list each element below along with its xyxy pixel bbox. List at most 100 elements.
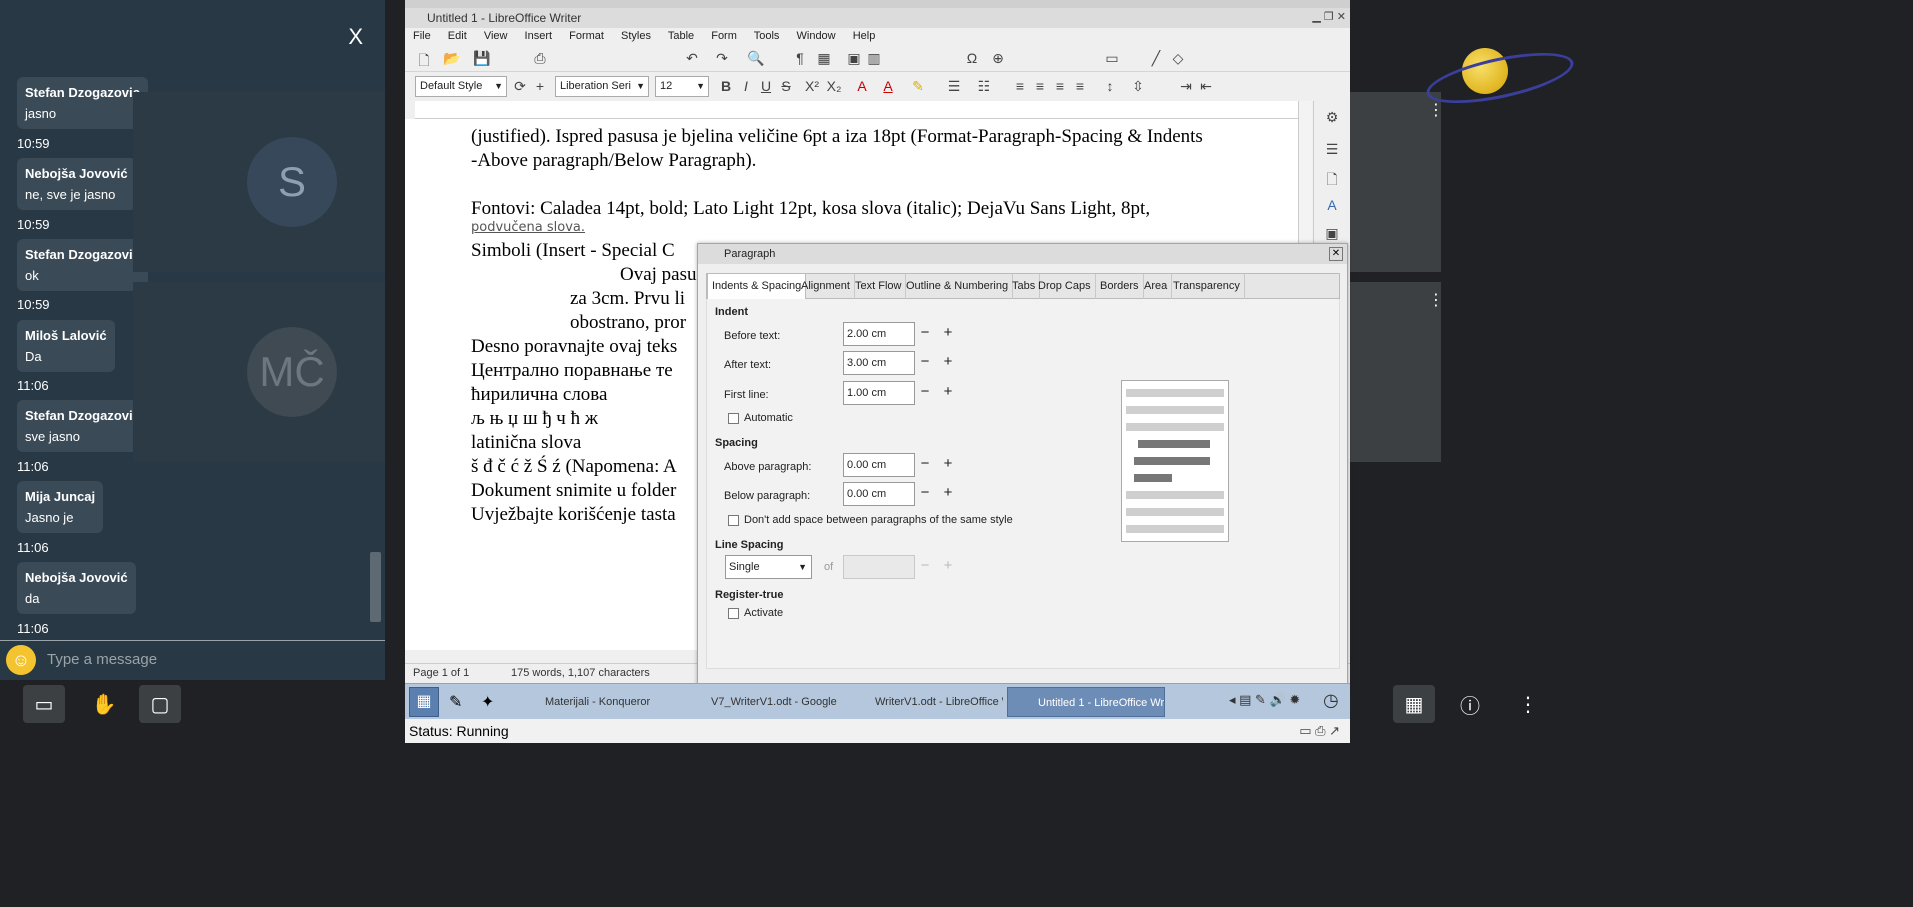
tab-indents-spacing[interactable]: Indents & Spacing: [707, 273, 807, 300]
minus-button[interactable]: −: [915, 323, 935, 345]
emoji-icon[interactable]: ☺: [6, 645, 36, 675]
automatic-checkbox[interactable]: [728, 413, 739, 424]
font-name-select[interactable]: Liberation Seri ▼: [555, 76, 649, 97]
line-spacing-icon[interactable]: ↕: [1101, 78, 1119, 94]
close-dialog-button[interactable]: ✕: [1329, 247, 1343, 261]
update-style-icon[interactable]: ⟳: [511, 78, 529, 95]
message-input[interactable]: Type a message: [47, 651, 157, 668]
tab-drop-caps[interactable]: Drop Caps: [1034, 274, 1096, 299]
first-line-field[interactable]: 1.00 cm: [843, 381, 915, 405]
tab-alignment[interactable]: Alignment: [797, 274, 855, 299]
bullets-icon[interactable]: ☰: [945, 78, 963, 95]
minus-button[interactable]: −: [915, 352, 935, 374]
bold-icon[interactable]: B: [717, 78, 735, 94]
taskbar-item-writer-v1[interactable]: WriterV1.odt - LibreOffice W: [845, 687, 1003, 717]
plus-button[interactable]: +: [938, 483, 958, 505]
window-controls-icon[interactable]: ▁ ❐ ✕: [1312, 10, 1346, 23]
indent-icon[interactable]: ⇥: [1177, 78, 1195, 95]
justify-icon[interactable]: ≡: [1071, 78, 1089, 94]
tab-transparency[interactable]: Transparency: [1169, 274, 1245, 299]
tab-area[interactable]: Area: [1140, 274, 1173, 299]
superscript-icon[interactable]: X²: [803, 78, 821, 94]
menu-styles[interactable]: Styles: [621, 30, 651, 42]
activate-checkbox[interactable]: [728, 608, 739, 619]
screen-share-button[interactable]: ▭: [23, 685, 65, 723]
above-paragraph-field[interactable]: 0.00 cm: [843, 453, 915, 477]
raise-hand-button[interactable]: ✋: [83, 685, 125, 723]
before-text-field[interactable]: 2.00 cm: [843, 322, 915, 346]
formatting-marks-icon[interactable]: ¶: [791, 50, 809, 66]
italic-icon[interactable]: I: [737, 78, 755, 94]
comment-icon[interactable]: ▭: [1103, 50, 1121, 67]
menu-form[interactable]: Form: [711, 30, 737, 42]
line-spacing-select[interactable]: Single ▼: [725, 555, 812, 579]
chart-icon[interactable]: ▥: [865, 50, 883, 67]
new-document-icon[interactable]: 🗋: [415, 50, 433, 74]
taskbar-item-untitled[interactable]: Untitled 1 - LibreOffice Wri: [1007, 687, 1165, 717]
numbering-icon[interactable]: ☷: [975, 78, 993, 95]
plus-button[interactable]: +: [938, 352, 958, 374]
menu-view[interactable]: View: [484, 30, 508, 42]
gallery-icon[interactable]: ▣: [1323, 225, 1341, 242]
print-icon[interactable]: ⎙: [531, 50, 549, 67]
undo-icon[interactable]: ↶: [683, 50, 701, 67]
app-launcher-icon[interactable]: ✎: [449, 692, 462, 712]
close-chat-button[interactable]: X: [348, 24, 363, 50]
chat-scroll-thumb[interactable]: [370, 552, 381, 622]
image-icon[interactable]: ▣: [845, 50, 863, 67]
clock-icon[interactable]: ◷: [1323, 690, 1339, 711]
outdent-icon[interactable]: ⇤: [1197, 78, 1215, 95]
taskbar-item-konqueror[interactable]: Materijali - Konqueror: [515, 687, 673, 717]
shapes-icon[interactable]: ◇: [1169, 50, 1187, 67]
find-replace-icon[interactable]: 🔍: [747, 50, 765, 67]
menu-help[interactable]: Help: [853, 30, 876, 42]
plus-button[interactable]: +: [938, 454, 958, 476]
styles-icon[interactable]: A: [1323, 197, 1341, 213]
plus-button[interactable]: +: [938, 382, 958, 404]
tile-view-button[interactable]: ▦: [1393, 685, 1435, 723]
minus-button[interactable]: −: [915, 454, 935, 476]
strikethrough-icon[interactable]: S: [777, 78, 795, 94]
minus-button[interactable]: −: [915, 382, 935, 404]
tab-outline-numbering[interactable]: Outline & Numbering: [902, 274, 1014, 299]
align-center-icon[interactable]: ≡: [1031, 78, 1049, 94]
align-left-icon[interactable]: ≡: [1011, 78, 1029, 94]
menu-table[interactable]: Table: [668, 30, 694, 42]
open-icon[interactable]: 📂: [443, 50, 461, 67]
tab-text-flow[interactable]: Text Flow: [851, 274, 907, 299]
menu-window[interactable]: Window: [797, 30, 836, 42]
properties-icon[interactable]: ☰: [1323, 141, 1341, 158]
clear-formatting-icon[interactable]: A: [853, 78, 871, 94]
redo-icon[interactable]: ↷: [713, 50, 731, 67]
line-icon[interactable]: ╱: [1147, 50, 1165, 67]
highlight-icon[interactable]: ✎: [909, 78, 927, 95]
new-style-icon[interactable]: +: [531, 78, 549, 94]
tray-icons[interactable]: ◂ ▤ ✎ 🔊 ✹: [1229, 692, 1300, 708]
font-size-select[interactable]: 12 ▼: [655, 76, 709, 97]
info-button[interactable]: ⓘ: [1449, 685, 1491, 723]
menu-format[interactable]: Format: [569, 30, 604, 42]
menu-edit[interactable]: Edit: [448, 30, 467, 42]
below-paragraph-field[interactable]: 0.00 cm: [843, 482, 915, 506]
more-options-icon[interactable]: ⋮: [1428, 290, 1444, 310]
after-text-field[interactable]: 3.00 cm: [843, 351, 915, 375]
underline-icon[interactable]: U: [757, 78, 775, 94]
special-character-icon[interactable]: Ω: [963, 50, 981, 66]
align-right-icon[interactable]: ≡: [1051, 78, 1069, 94]
plus-button[interactable]: +: [938, 323, 958, 345]
save-icon[interactable]: 💾: [473, 50, 491, 67]
menu-tools[interactable]: Tools: [754, 30, 780, 42]
more-options-icon[interactable]: ⋮: [1428, 100, 1444, 120]
settings-icon[interactable]: ⚙: [1323, 109, 1341, 126]
taskbar-item-chrome[interactable]: V7_WriterV1.odt - Google C: [681, 687, 839, 717]
ruler[interactable]: [415, 101, 1300, 119]
menu-file[interactable]: File: [413, 30, 431, 42]
tab-borders[interactable]: Borders: [1096, 274, 1144, 299]
font-color-icon[interactable]: A: [879, 78, 897, 94]
more-actions-button[interactable]: ⋮: [1507, 685, 1549, 723]
subscript-icon[interactable]: X₂: [825, 78, 843, 94]
chat-button[interactable]: ▢: [139, 685, 181, 723]
minus-button[interactable]: −: [915, 483, 935, 505]
start-menu-icon[interactable]: ▦: [409, 687, 439, 717]
paragraph-style-select[interactable]: Default Style ▼: [415, 76, 507, 97]
